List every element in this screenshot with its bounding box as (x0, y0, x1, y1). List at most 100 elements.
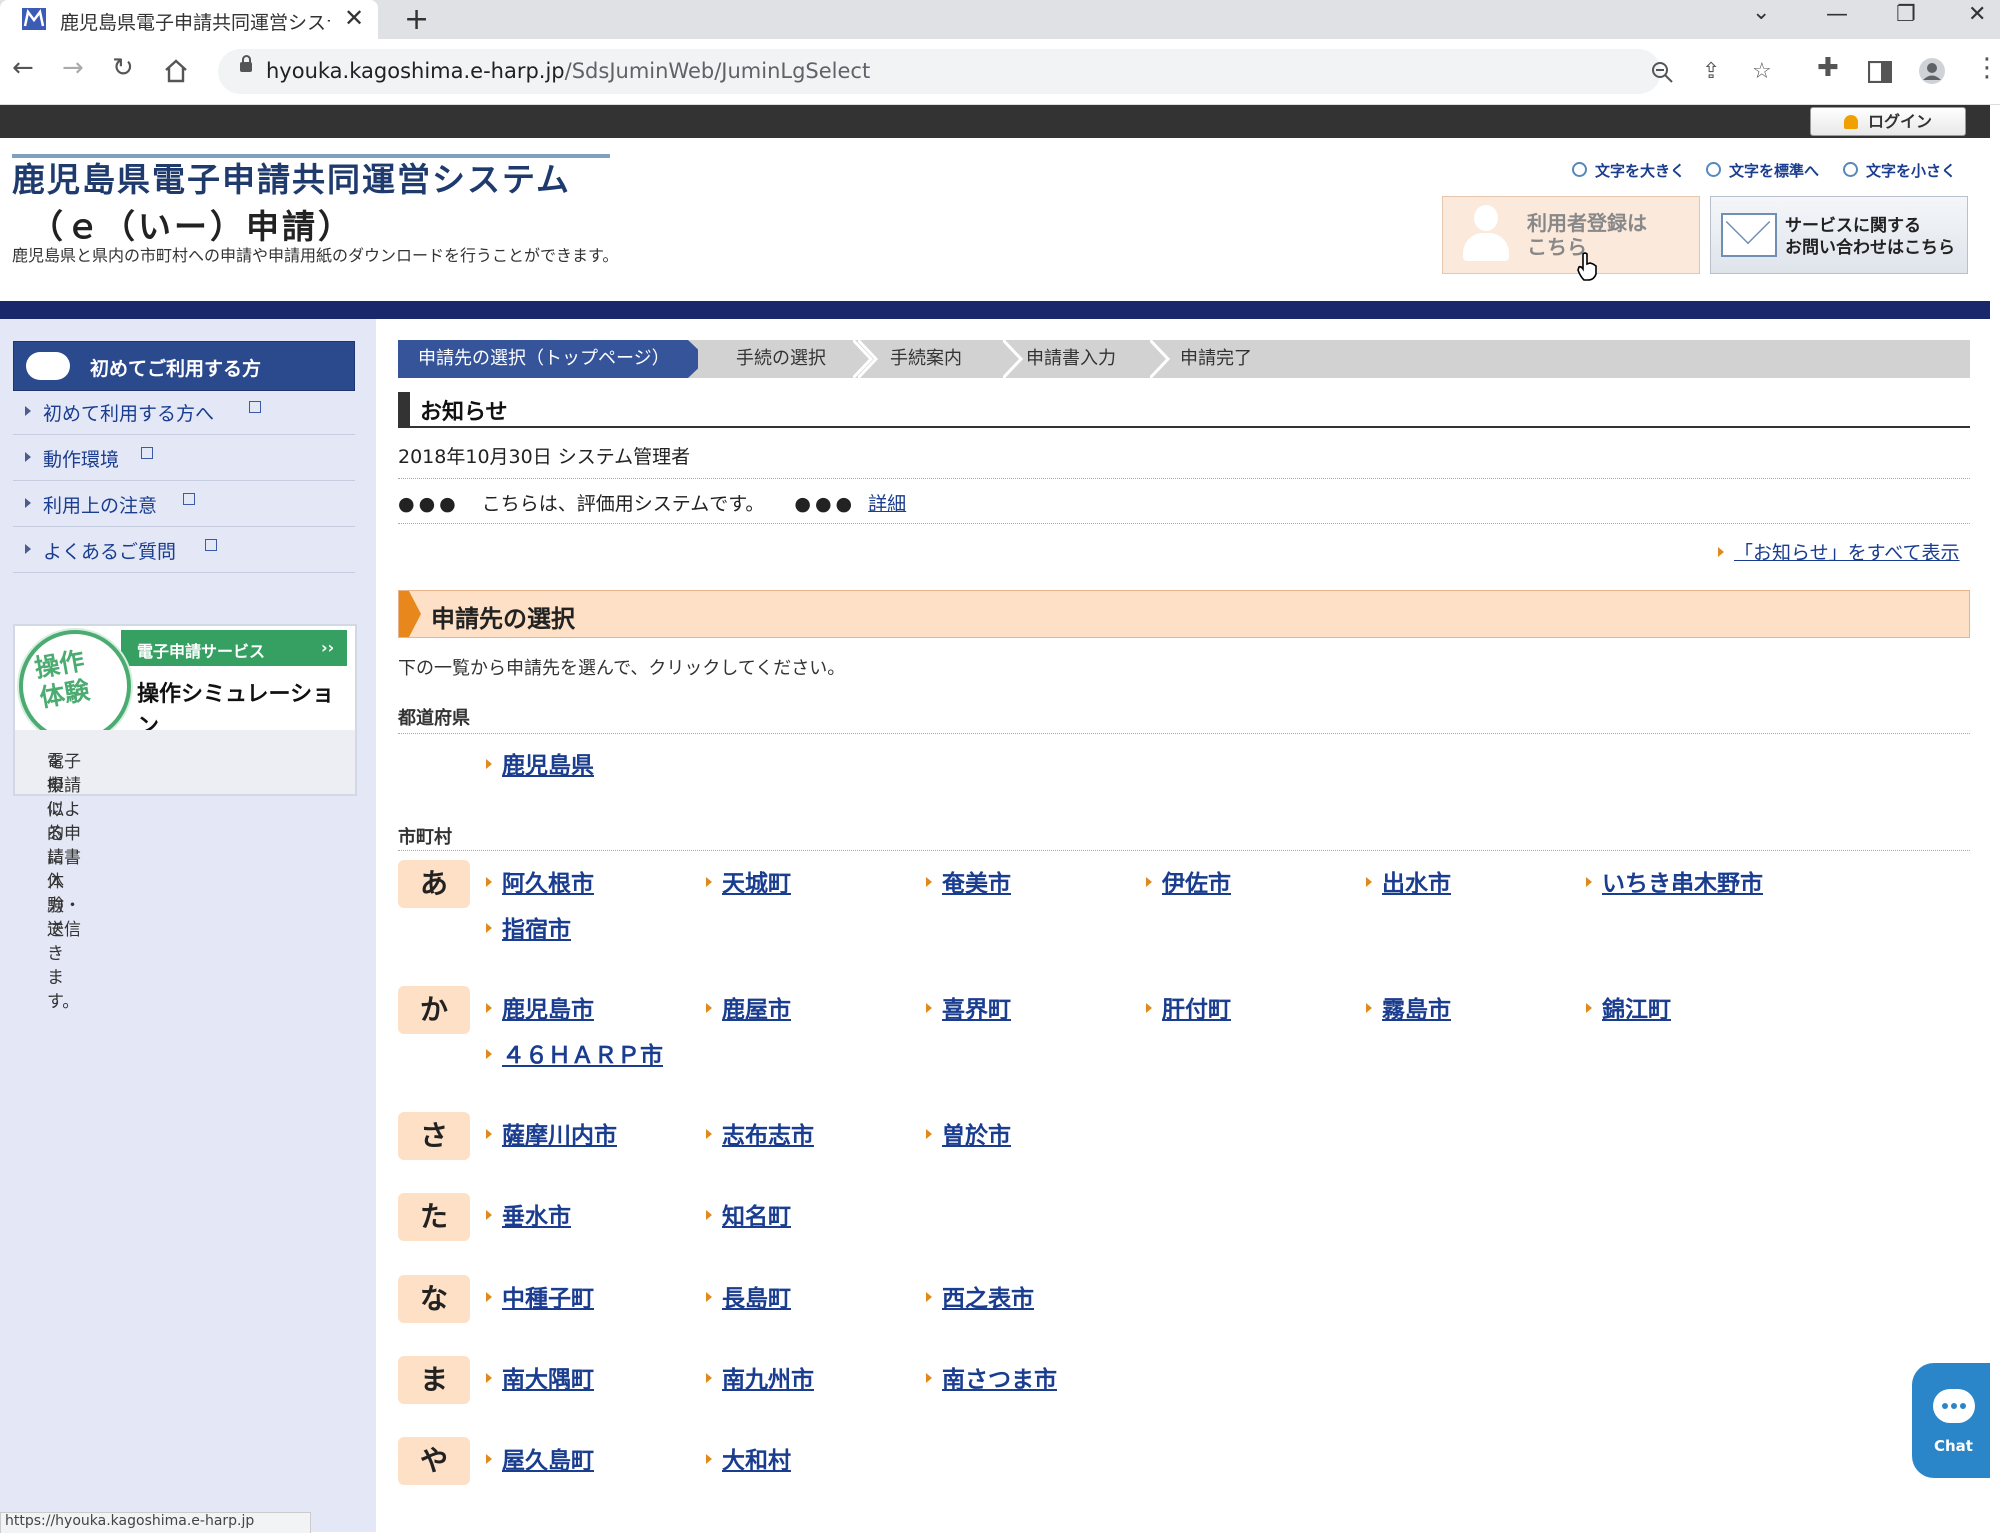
municipality-link[interactable]: 知名町 (706, 1197, 791, 1231)
municipality-link[interactable]: いちき串木野市 (1586, 864, 1763, 898)
prefecture-link-label[interactable]: 鹿児島県 (502, 753, 594, 779)
municipality-link[interactable]: 南九州市 (706, 1360, 814, 1394)
home-icon[interactable] (163, 58, 189, 84)
municipality-link-label[interactable]: 阿久根市 (502, 871, 594, 897)
municipality-link-label[interactable]: 指宿市 (502, 917, 571, 943)
municipality-link[interactable]: 西之表市 (926, 1279, 1034, 1313)
municipality-link[interactable]: 長島町 (706, 1279, 791, 1313)
municipality-link-label[interactable]: 鹿児島市 (502, 997, 594, 1023)
chevron-down-icon[interactable]: ⌄ (1752, 0, 1770, 25)
browser-tab[interactable]: 鹿児島県電子申請共同運営システ ✕ (0, 0, 378, 39)
municipality-link[interactable]: 薩摩川内市 (486, 1116, 617, 1150)
municipality-link-label[interactable]: 出水市 (1382, 871, 1451, 897)
municipality-link-label[interactable]: 知名町 (722, 1204, 791, 1230)
municipality-link-label[interactable]: 喜界町 (942, 997, 1011, 1023)
municipality-link[interactable]: 伊佐市 (1146, 864, 1231, 898)
municipality-link-label[interactable]: 奄美市 (942, 871, 1011, 897)
municipality-link[interactable]: 肝付町 (1146, 990, 1231, 1024)
municipality-link[interactable]: 天城町 (706, 864, 791, 898)
municipality-link[interactable]: 鹿児島市 (486, 990, 594, 1024)
magnifier-icon (1843, 162, 1858, 177)
simulation-banner[interactable]: 電子申請サービス ›› 操作体験 操作シミュレーション 電子申請による申請書入力・… (13, 624, 357, 1012)
sidebar-item-first-time[interactable]: 初めて利用する方へ (13, 389, 355, 435)
municipality-link[interactable]: 南大隅町 (486, 1360, 594, 1394)
zoom-icon[interactable] (1650, 60, 1674, 84)
close-icon[interactable]: ✕ (344, 4, 364, 32)
municipality-link[interactable]: 喜界町 (926, 990, 1011, 1024)
municipality-link[interactable]: 霧島市 (1366, 990, 1451, 1024)
lock-icon[interactable] (240, 55, 252, 72)
star-icon[interactable]: ☆ (1752, 59, 1772, 84)
municipality-link-label[interactable]: 肝付町 (1162, 997, 1231, 1023)
municipality-link-label[interactable]: ４６ＨＡＲＰ市 (502, 1043, 663, 1069)
municipality-link-label[interactable]: いちき串木野市 (1602, 871, 1763, 897)
municipality-link-label[interactable]: 南九州市 (722, 1367, 814, 1393)
municipality-link[interactable]: 錦江町 (1586, 990, 1671, 1024)
municipality-link-label[interactable]: 曽於市 (942, 1123, 1011, 1149)
municipality-link-label[interactable]: 志布志市 (722, 1123, 814, 1149)
all-notices-label[interactable]: 「お知らせ」をすべて表示 (1734, 542, 1960, 564)
municipality-link[interactable]: 出水市 (1366, 864, 1451, 898)
contact-button[interactable]: サービスに関する お問い合わせはこちら (1710, 196, 1968, 274)
font-larger-link[interactable]: 文字を大きく (1572, 160, 1685, 181)
sidebar-link-label[interactable]: 利用上の注意 (43, 491, 157, 518)
municipality-link[interactable]: 阿久根市 (486, 864, 594, 898)
restore-icon[interactable]: ❐ (1896, 2, 1916, 27)
municipality-link-label[interactable]: 大和村 (722, 1448, 791, 1474)
municipality-link-label[interactable]: 伊佐市 (1162, 871, 1231, 897)
arrow-icon (706, 1003, 712, 1013)
forward-icon[interactable]: → (62, 53, 84, 83)
arrow-icon (25, 452, 31, 462)
notice-detail-link[interactable]: 詳細 (868, 493, 906, 515)
municipality-link[interactable]: 鹿屋市 (706, 990, 791, 1024)
address-bar[interactable]: hyouka.kagoshima.e-harp.jp/SdsJuminWeb/J… (218, 49, 1772, 94)
user-registration-button[interactable]: 利用者登録は こちら (1442, 196, 1700, 274)
sidebar-item-notes[interactable]: 利用上の注意 (13, 481, 355, 527)
all-notices-link[interactable]: 「お知らせ」をすべて表示 (1718, 538, 1960, 565)
sidebar-item-faq[interactable]: よくあるご質問 (13, 527, 355, 573)
municipality-link[interactable]: 指宿市 (486, 910, 571, 944)
prefecture-link[interactable]: 鹿児島県 (486, 746, 594, 780)
font-standard-link[interactable]: 文字を標準へ (1706, 160, 1819, 181)
municipality-link[interactable]: 大和村 (706, 1441, 791, 1475)
municipality-link[interactable]: 南さつま市 (926, 1360, 1057, 1394)
municipality-link-label[interactable]: 南さつま市 (942, 1367, 1057, 1393)
municipality-link-label[interactable]: 錦江町 (1602, 997, 1671, 1023)
municipality-link[interactable]: 屋久島町 (486, 1441, 594, 1475)
municipality-link-label[interactable]: 鹿屋市 (722, 997, 791, 1023)
municipality-link-label[interactable]: 南大隅町 (502, 1367, 594, 1393)
municipality-link[interactable]: 垂水市 (486, 1197, 571, 1231)
municipality-link-label[interactable]: 霧島市 (1382, 997, 1451, 1023)
arrow-icon (926, 1003, 932, 1013)
municipality-link-label[interactable]: 屋久島町 (502, 1448, 594, 1474)
sidepanel-icon[interactable] (1868, 61, 1892, 83)
municipality-link[interactable]: 中種子町 (486, 1279, 594, 1313)
window-close-icon[interactable]: ✕ (1968, 2, 1986, 27)
municipality-link-label[interactable]: 天城町 (722, 871, 791, 897)
share-icon[interactable]: ⇪ (1702, 59, 1720, 84)
municipality-link-label[interactable]: 薩摩川内市 (502, 1123, 617, 1149)
url-text[interactable]: hyouka.kagoshima.e-harp.jp/SdsJuminWeb/J… (266, 59, 870, 83)
back-icon[interactable]: ← (12, 53, 34, 83)
municipality-link-label[interactable]: 垂水市 (502, 1204, 571, 1230)
municipality-link[interactable]: 奄美市 (926, 864, 1011, 898)
sidebar-link-label[interactable]: 初めて利用する方へ (43, 399, 214, 426)
sidebar-link-label[interactable]: よくあるご質問 (43, 537, 176, 564)
sidebar-link-label[interactable]: 動作環境 (43, 445, 119, 472)
chat-button[interactable]: Chat (1912, 1363, 1990, 1478)
profile-icon[interactable] (1918, 57, 1946, 85)
login-button[interactable]: ログイン (1810, 107, 1966, 136)
municipality-link-label[interactable]: 長島町 (722, 1286, 791, 1312)
plus-icon[interactable]: + (404, 2, 429, 37)
extensions-icon[interactable]: ✚ (1817, 53, 1839, 83)
sidebar-item-environment[interactable]: 動作環境 (13, 435, 355, 481)
municipality-link-label[interactable]: 西之表市 (942, 1286, 1034, 1312)
municipality-link-label[interactable]: 中種子町 (502, 1286, 594, 1312)
menu-icon[interactable]: ⋮ (1974, 53, 2000, 83)
municipality-link[interactable]: 曽於市 (926, 1116, 1011, 1150)
minimize-icon[interactable]: — (1826, 2, 1848, 27)
font-smaller-link[interactable]: 文字を小さく (1843, 160, 1956, 181)
reload-icon[interactable]: ↻ (112, 53, 134, 83)
municipality-link[interactable]: 志布志市 (706, 1116, 814, 1150)
municipality-link[interactable]: ４６ＨＡＲＰ市 (486, 1036, 663, 1070)
